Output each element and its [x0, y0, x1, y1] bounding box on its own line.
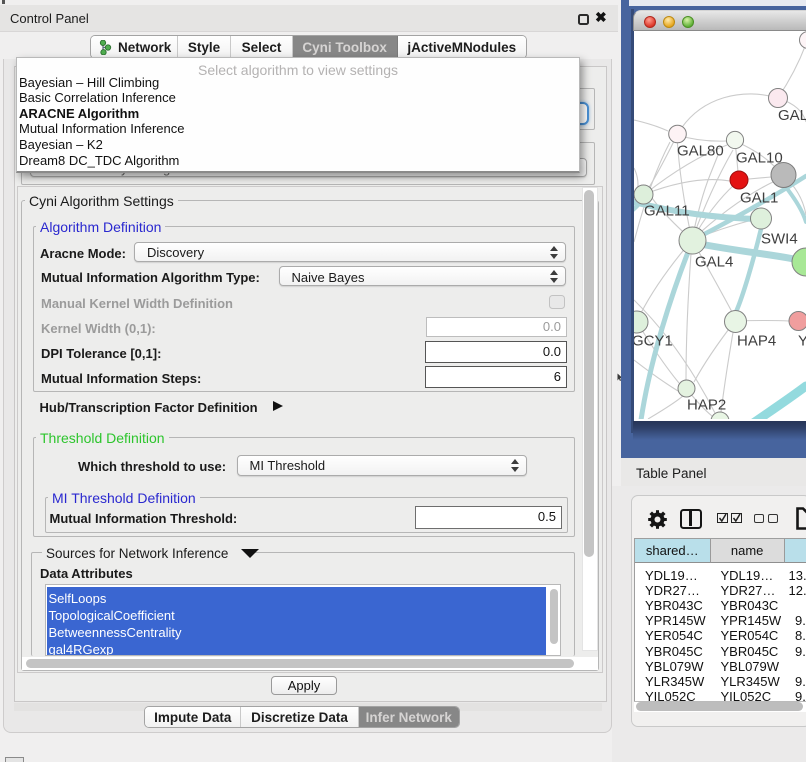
svg-text:GCY1: GCY1: [634, 333, 673, 350]
svg-text:GAL11: GAL11: [644, 203, 690, 220]
svg-text:SWI4: SWI4: [761, 231, 798, 248]
svg-text:HAP2: HAP2: [687, 397, 726, 414]
svg-text:Y: Y: [798, 333, 806, 350]
svg-text:GAL1: GAL1: [740, 190, 778, 207]
svg-text:GAL7: GAL7: [778, 107, 806, 124]
svg-text:GAL4: GAL4: [695, 254, 733, 271]
svg-text:GAL80: GAL80: [677, 143, 724, 160]
svg-text:HAP4: HAP4: [737, 333, 776, 350]
svg-text:GAL10: GAL10: [736, 150, 783, 167]
